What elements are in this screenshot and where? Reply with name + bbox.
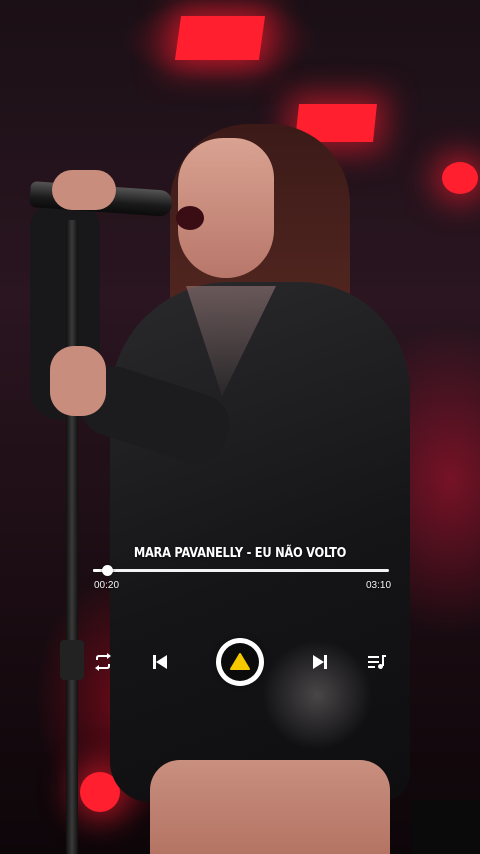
progress-bar[interactable] (93, 565, 389, 576)
playlist-button[interactable] (364, 650, 390, 674)
skip-next-icon (313, 655, 327, 669)
mic-stand (66, 220, 78, 854)
play-button-inner (221, 643, 259, 681)
next-button[interactable] (308, 650, 332, 674)
music-player-overlay: MARA PAVANELLY - EU NÃO VOLTO 00:20 03:1… (0, 540, 480, 690)
elapsed-time: 00:20 (94, 580, 120, 591)
play-icon (230, 653, 250, 670)
skip-previous-icon (153, 655, 167, 669)
playlist-music-icon (368, 655, 386, 669)
performer-legs (150, 760, 390, 854)
progress-thumb[interactable] (101, 565, 113, 576)
video-background: MARA PAVANELLY - EU NÃO VOLTO 00:20 03:1… (0, 0, 480, 854)
repeat-button[interactable] (91, 650, 115, 674)
performer-hand (52, 170, 116, 210)
song-title: MARA PAVANELLY - EU NÃO VOLTO (133, 546, 347, 561)
performer-lips (176, 206, 204, 230)
total-time: 03:10 (366, 580, 392, 591)
previous-button[interactable] (148, 650, 172, 674)
stage-speaker (412, 800, 480, 854)
stage-light (174, 16, 266, 60)
stage-light (442, 162, 478, 194)
performer-hand (50, 346, 106, 416)
repeat-icon (95, 653, 111, 671)
play-button[interactable] (216, 638, 264, 686)
